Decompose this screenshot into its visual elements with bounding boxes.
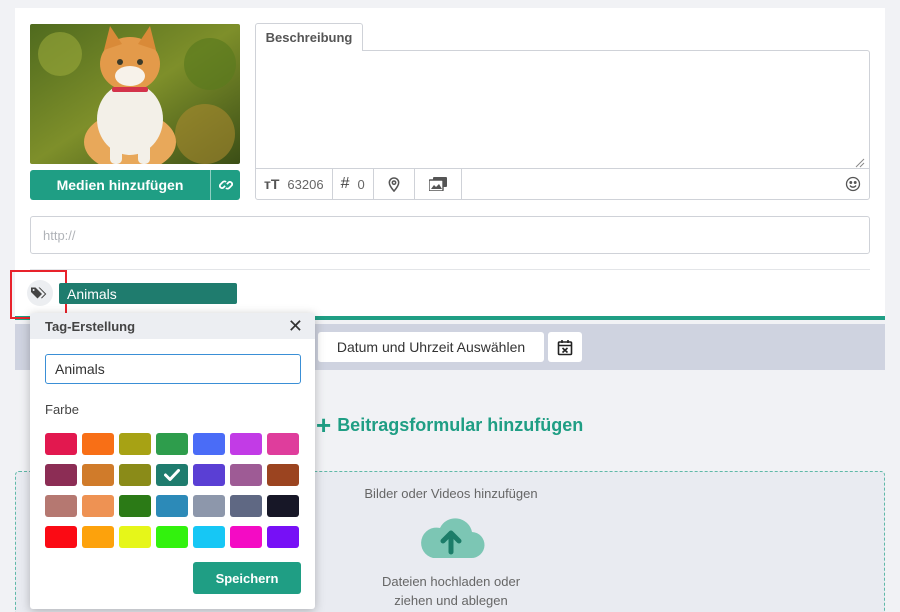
selected-tag-chip[interactable]: Animals	[59, 283, 237, 304]
color-swatch[interactable]	[119, 433, 151, 455]
color-swatch[interactable]	[82, 464, 114, 486]
check-icon	[164, 469, 180, 481]
add-post-form-link[interactable]: + Beitragsformular hinzufügen	[316, 412, 583, 438]
hashtag-count-value: 0	[357, 176, 365, 192]
add-media-button[interactable]: Medien hinzufügen	[30, 170, 240, 200]
color-swatch[interactable]	[45, 433, 77, 455]
color-swatch[interactable]	[230, 495, 262, 517]
plus-icon: +	[316, 410, 332, 440]
location-button[interactable]	[374, 169, 415, 199]
link-icon[interactable]	[210, 170, 240, 200]
color-swatch[interactable]	[156, 464, 188, 486]
popup-header: Tag-Erstellung ✕	[30, 313, 315, 339]
color-swatch[interactable]	[193, 526, 225, 548]
color-palette	[45, 433, 299, 548]
color-swatch[interactable]	[267, 495, 299, 517]
emoji-icon[interactable]	[845, 176, 869, 192]
char-count: тT 63206	[256, 169, 333, 199]
gallery-button[interactable]	[415, 169, 462, 199]
color-swatch[interactable]	[45, 464, 77, 486]
hashtag-icon: #	[340, 175, 350, 192]
hashtag-count[interactable]: # 0	[333, 169, 374, 199]
color-swatch[interactable]	[45, 526, 77, 548]
cloud-upload-icon	[417, 512, 485, 565]
color-swatch[interactable]	[230, 433, 262, 455]
color-swatch[interactable]	[156, 495, 188, 517]
color-swatch[interactable]	[267, 433, 299, 455]
char-count-value: 63206	[287, 176, 324, 192]
color-swatch[interactable]	[193, 464, 225, 486]
add-media-label: Medien hinzufügen	[56, 177, 184, 193]
add-post-form-label: Beitragsformular hinzufügen	[337, 414, 584, 435]
color-swatch[interactable]	[230, 526, 262, 548]
color-swatch[interactable]	[156, 433, 188, 455]
color-swatch[interactable]	[119, 526, 151, 548]
calendar-cancel-icon	[557, 339, 573, 355]
tag-creation-popup: Tag-Erstellung ✕ Farbe Speichern	[30, 313, 315, 609]
popup-title: Tag-Erstellung	[45, 318, 136, 334]
color-swatch[interactable]	[119, 464, 151, 486]
color-swatch[interactable]	[45, 495, 77, 517]
description-textarea[interactable]	[255, 50, 870, 169]
dropzone-instructions: Dateien hochladen oder ziehen und ablege…	[351, 572, 551, 610]
color-swatch[interactable]	[119, 495, 151, 517]
color-swatch[interactable]	[267, 526, 299, 548]
color-swatch[interactable]	[82, 526, 114, 548]
tag-name-input[interactable]	[45, 354, 301, 384]
location-pin-icon	[388, 176, 400, 192]
dropzone-line-2: ziehen und ablegen	[394, 593, 508, 608]
gallery-icon	[428, 177, 447, 191]
color-swatch[interactable]	[156, 526, 188, 548]
color-label: Farbe	[45, 402, 79, 417]
close-icon[interactable]: ✕	[288, 317, 303, 335]
calendar-button[interactable]	[548, 332, 582, 362]
tab-description[interactable]: Beschreibung	[255, 23, 363, 51]
color-swatch[interactable]	[82, 433, 114, 455]
dropzone-line-1: Dateien hochladen oder	[381, 574, 521, 589]
color-swatch[interactable]	[267, 464, 299, 486]
description-toolbar: тT 63206 # 0	[255, 168, 870, 200]
color-swatch[interactable]	[230, 464, 262, 486]
url-input[interactable]	[30, 216, 870, 254]
text-size-icon: тT	[264, 176, 280, 192]
color-swatch[interactable]	[82, 495, 114, 517]
save-button[interactable]: Speichern	[193, 562, 301, 594]
divider	[30, 269, 870, 270]
color-swatch[interactable]	[193, 495, 225, 517]
media-thumbnail	[30, 24, 240, 164]
color-swatch[interactable]	[193, 433, 225, 455]
select-date-time-button[interactable]: Datum und Uhrzeit Auswählen	[318, 332, 544, 362]
